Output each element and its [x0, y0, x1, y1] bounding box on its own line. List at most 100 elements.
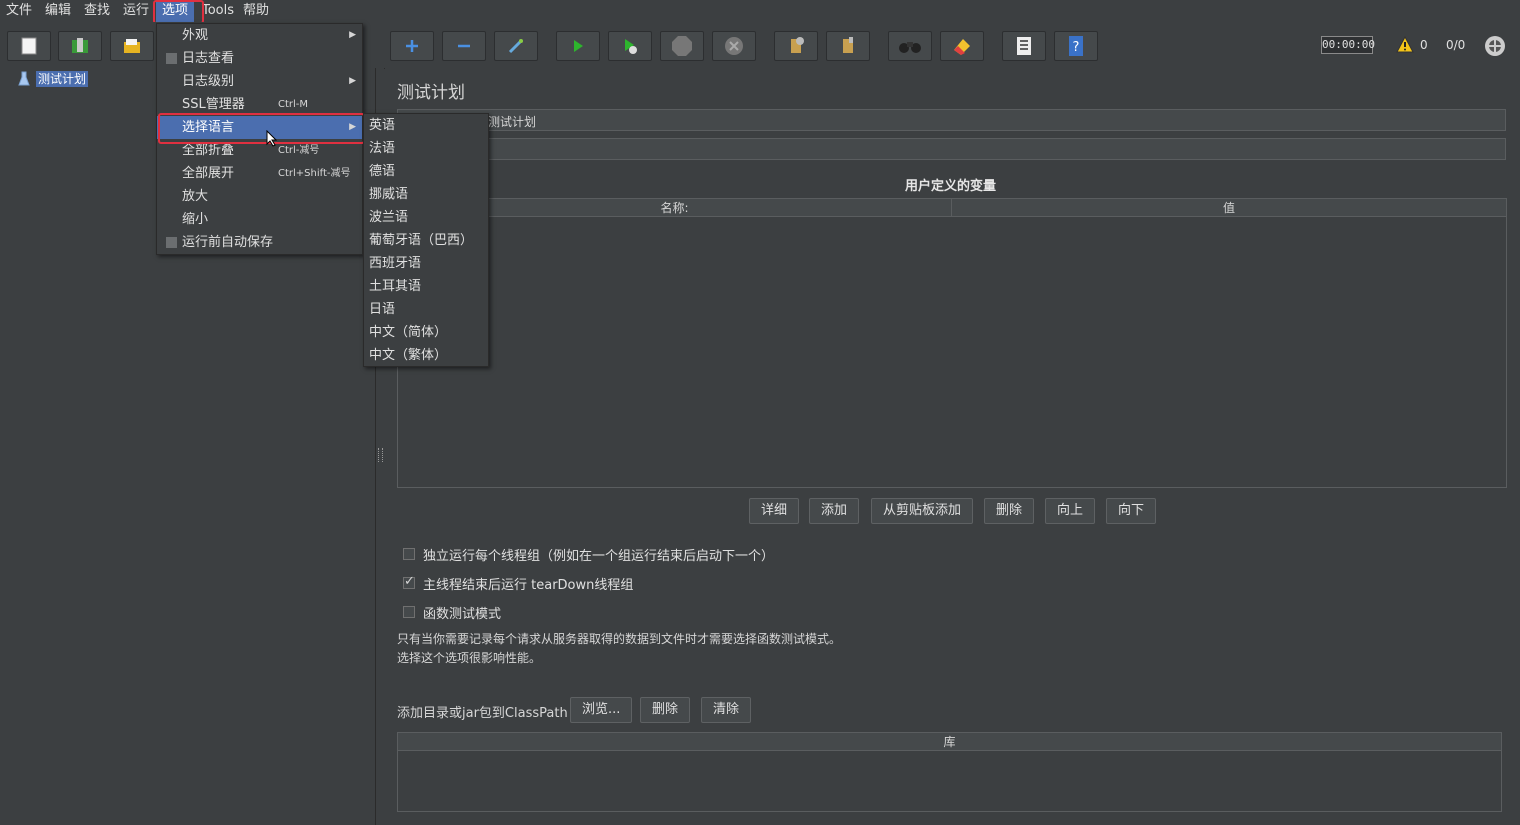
collapse-button[interactable]	[442, 31, 486, 61]
expand-button[interactable]	[390, 31, 434, 61]
menu-item-auto-save[interactable]: 运行前自动保存	[157, 231, 362, 254]
checkbox[interactable]	[403, 606, 415, 618]
menu-item-log-viewer[interactable]: 日志查看	[157, 47, 362, 70]
menu-search[interactable]: 查找	[78, 0, 116, 22]
menu-item-choose-language[interactable]: 选择语言 ▶	[157, 116, 362, 139]
play-icon	[574, 40, 583, 52]
checkbox[interactable]	[166, 237, 177, 248]
options-menu: 外观 ▶ 日志查看 日志级别 ▶ SSL管理器 Ctrl-M 选择语言 ▶ 全部…	[156, 23, 363, 255]
add-button[interactable]: 添加	[809, 498, 860, 524]
binoculars-icon	[899, 42, 921, 53]
run-thread-groups-consecutively[interactable]: 独立运行每个线程组（例如在一个组运行结束后启动下一个）	[403, 545, 774, 564]
warning-icon[interactable]	[1396, 36, 1414, 53]
language-english[interactable]: 英语	[364, 114, 488, 137]
mouse-cursor-icon	[266, 130, 277, 147]
tree-node-test-plan[interactable]: 测试计划	[18, 70, 89, 88]
comments-field[interactable]	[397, 138, 1506, 160]
help-button[interactable]: ?	[1054, 31, 1098, 61]
menu-tools[interactable]: Tools	[196, 0, 240, 22]
menu-help[interactable]: 帮助	[237, 0, 275, 22]
language-chinese-traditional[interactable]: 中文（繁体）	[364, 344, 488, 367]
menu-item-collapse-all[interactable]: 全部折叠 Ctrl-减号	[157, 139, 362, 162]
menu-item-label: 选择语言	[182, 120, 235, 135]
language-turkish[interactable]: 土耳其语	[364, 275, 488, 298]
language-label: 日语	[369, 302, 396, 317]
stop-button[interactable]	[660, 31, 704, 61]
elapsed-timer: 00:00:00	[1321, 36, 1375, 54]
splitter-grip	[378, 448, 383, 462]
menu-item-appearance[interactable]: 外观 ▶	[157, 24, 362, 47]
menu-item-zoom-in[interactable]: 放大	[157, 185, 362, 208]
menu-item-label: 全部展开	[182, 166, 235, 181]
functional-test-mode[interactable]: 函数测试模式	[403, 603, 502, 622]
menu-file[interactable]: 文件	[0, 0, 38, 22]
classpath-delete-button[interactable]: 删除	[640, 697, 691, 723]
language-label: 中文（简体）	[369, 325, 448, 340]
menu-item-expand-all[interactable]: 全部展开 Ctrl+Shift-减号	[157, 162, 362, 185]
language-polish[interactable]: 波兰语	[364, 206, 488, 229]
stop-icon	[672, 36, 692, 56]
start-button[interactable]	[556, 31, 600, 61]
reset-search-button[interactable]	[940, 31, 984, 61]
language-spanish[interactable]: 西班牙语	[364, 252, 488, 275]
checkbox[interactable]	[403, 548, 415, 560]
minus-icon	[458, 44, 470, 48]
menu-item-label: 运行前自动保存	[182, 235, 274, 250]
menu-item-label: SSL管理器	[182, 97, 245, 112]
language-german[interactable]: 德语	[364, 160, 488, 183]
menu-item-label: 缩小	[182, 212, 209, 227]
language-norwegian[interactable]: 挪威语	[364, 183, 488, 206]
menu-item-log-level[interactable]: 日志级别 ▶	[157, 70, 362, 93]
menu-item-label: 全部折叠	[182, 143, 235, 158]
name-field-value: 测试计划	[488, 115, 537, 129]
delete-button[interactable]: 删除	[984, 498, 1035, 524]
search-button[interactable]	[888, 31, 932, 61]
language-label: 西班牙语	[369, 256, 422, 271]
new-button[interactable]	[7, 31, 51, 61]
language-french[interactable]: 法语	[364, 137, 488, 160]
menu-edit[interactable]: 编辑	[39, 0, 77, 22]
language-portuguese-brazil[interactable]: 葡萄牙语（巴西）	[364, 229, 488, 252]
menu-options[interactable]: 选项	[156, 0, 195, 22]
run-teardown-after-shutdown[interactable]: 主线程结束后运行 tearDown线程组	[403, 574, 633, 593]
toggle-button[interactable]	[494, 31, 538, 61]
menu-item-ssl-manager[interactable]: SSL管理器 Ctrl-M	[157, 93, 362, 116]
move-up-button[interactable]: 向上	[1045, 498, 1096, 524]
menu-item-label: 日志级别	[182, 74, 235, 89]
column-header-library[interactable]: 库	[398, 733, 1501, 751]
classpath-clear-button[interactable]: 清除	[701, 697, 752, 723]
open-button[interactable]	[110, 31, 154, 61]
variables-table[interactable]: 名称: 值	[397, 198, 1507, 488]
broom-gear-icon	[791, 37, 804, 53]
menubar: 文件 编辑 查找 运行 选项 Tools 帮助	[0, 0, 1520, 24]
menu-run[interactable]: 运行	[117, 0, 155, 22]
language-japanese[interactable]: 日语	[364, 298, 488, 321]
browse-button[interactable]: 浏览...	[570, 697, 633, 723]
play-no-timer-icon	[625, 39, 637, 54]
checkbox-checked[interactable]	[403, 574, 415, 589]
add-from-clipboard-button[interactable]: 从剪贴板添加	[871, 498, 974, 524]
checkbox-label: 函数测试模式	[423, 606, 502, 622]
column-header-value[interactable]: 值	[952, 199, 1506, 217]
move-down-button[interactable]: 向下	[1106, 498, 1157, 524]
clear-button[interactable]	[774, 31, 818, 61]
library-table[interactable]: 库	[397, 732, 1502, 812]
menu-item-zoom-out[interactable]: 缩小	[157, 208, 362, 231]
language-submenu: 英语 法语 德语 挪威语 波兰语 葡萄牙语（巴西） 西班牙语 土耳其语 日语 中…	[363, 113, 489, 367]
checkbox[interactable]	[166, 53, 177, 64]
broom-icon	[843, 37, 853, 53]
templates-button[interactable]	[58, 31, 102, 61]
clear-all-button[interactable]	[826, 31, 870, 61]
list-icon	[1017, 37, 1031, 55]
remote-engine-icon[interactable]	[1484, 35, 1506, 57]
name-field[interactable]: 测试计划	[397, 109, 1506, 131]
functional-mode-note-line1: 只有当你需要记录每个请求从服务器取得的数据到文件时才需要选择函数测试模式。	[397, 632, 842, 646]
function-helper-button[interactable]	[1002, 31, 1046, 61]
detail-button[interactable]: 详细	[749, 498, 800, 524]
test-plan-icon	[18, 71, 30, 86]
start-no-pause-button[interactable]	[608, 31, 652, 61]
shutdown-button[interactable]	[712, 31, 756, 61]
thread-ratio: 0/0	[1446, 38, 1466, 52]
language-chinese-simplified[interactable]: 中文（简体）	[364, 321, 488, 344]
language-label: 土耳其语	[369, 279, 422, 294]
